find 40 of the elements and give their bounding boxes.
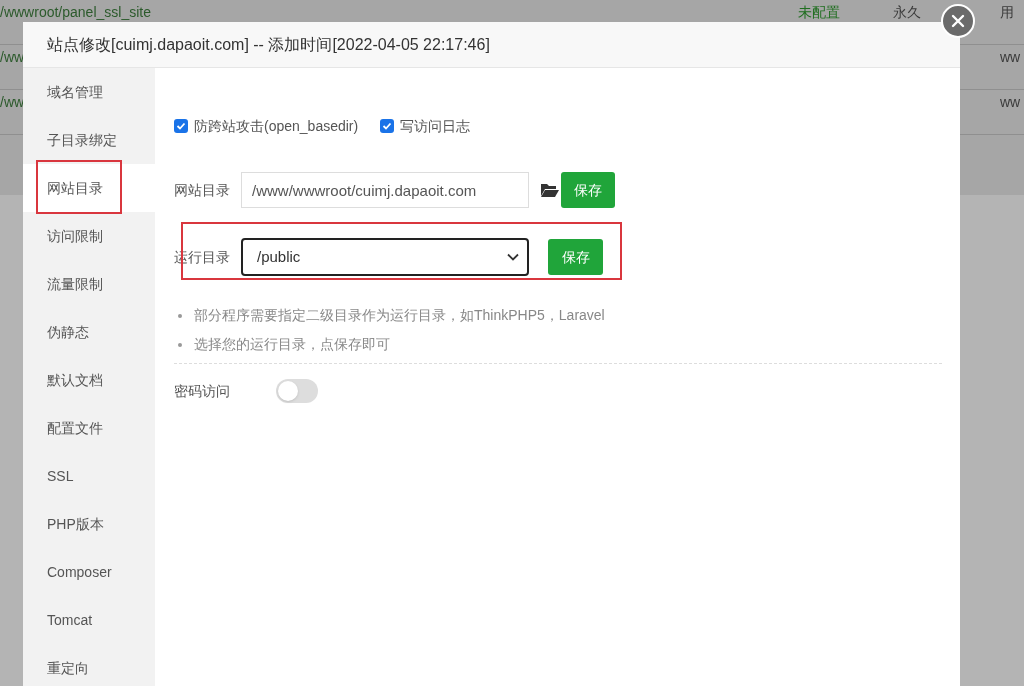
close-button[interactable] bbox=[941, 4, 975, 38]
directory-select[interactable]: /public bbox=[241, 238, 529, 276]
checkbox-label: 防跨站攻击(open_basedir) bbox=[194, 116, 359, 136]
sidebar-item[interactable]: 流量限制 bbox=[23, 260, 155, 308]
tip-text: 部分程序需要指定二级目录作为运行目录，如ThinkPHP5，Laravel bbox=[194, 306, 605, 325]
sidebar-item[interactable]: 伪静态 bbox=[23, 308, 155, 356]
field-label: 网站目录 bbox=[174, 180, 231, 200]
table-cell-text: ww bbox=[1000, 93, 1021, 112]
chevron-down-icon bbox=[507, 253, 519, 261]
checkmark-icon bbox=[382, 121, 393, 131]
table-cell-text: 未配置 bbox=[798, 3, 840, 22]
sidebar-item[interactable]: 子目录绑定 bbox=[23, 116, 155, 164]
window-title: 站点修改[cuimj.dapaoit.com] -- 添加时间[2022-04-05 22:17:46] bbox=[47, 34, 490, 55]
table-cell-text: ww bbox=[1000, 48, 1021, 67]
table-cell-text: 永久 bbox=[893, 3, 921, 22]
directory-input[interactable]: /www/wwwroot/cuimj.dapaoit.com bbox=[241, 172, 529, 208]
tip-text: 选择您的运行目录，点保存即可 bbox=[194, 335, 390, 354]
table-cell-text: /ww bbox=[0, 93, 25, 112]
toggle-switch[interactable] bbox=[276, 379, 318, 403]
sidebar-item[interactable]: 默认文档 bbox=[23, 356, 155, 404]
folder-icon[interactable] bbox=[541, 183, 559, 197]
sidebar-item[interactable]: Tomcat bbox=[23, 596, 155, 644]
close-icon bbox=[951, 14, 965, 28]
bullet-icon bbox=[178, 313, 182, 318]
sidebar-item[interactable]: 重定向 bbox=[23, 644, 155, 686]
checkbox-label: 写访问日志 bbox=[400, 116, 471, 136]
checkmark-icon bbox=[176, 121, 186, 131]
sidebar-item[interactable]: Composer bbox=[23, 548, 155, 596]
sidebar-item[interactable]: 配置文件 bbox=[23, 404, 155, 452]
sidebar-item[interactable]: SSL bbox=[23, 452, 155, 500]
field-label: 密码访问 bbox=[174, 381, 231, 401]
sidebar-item[interactable]: 访问限制 bbox=[23, 212, 155, 260]
bullet-icon bbox=[178, 342, 182, 347]
table-cell-text: /wwwroot/panel_ssl_site bbox=[0, 3, 151, 22]
sidebar-item[interactable]: PHP版本 bbox=[23, 500, 155, 548]
table-cell-text: /ww bbox=[0, 48, 25, 67]
checkbox[interactable] bbox=[174, 119, 188, 133]
table-cell-text: 用 bbox=[1000, 3, 1014, 22]
sidebar-item[interactable]: 域名管理 bbox=[23, 68, 155, 116]
checkbox[interactable] bbox=[380, 119, 395, 133]
